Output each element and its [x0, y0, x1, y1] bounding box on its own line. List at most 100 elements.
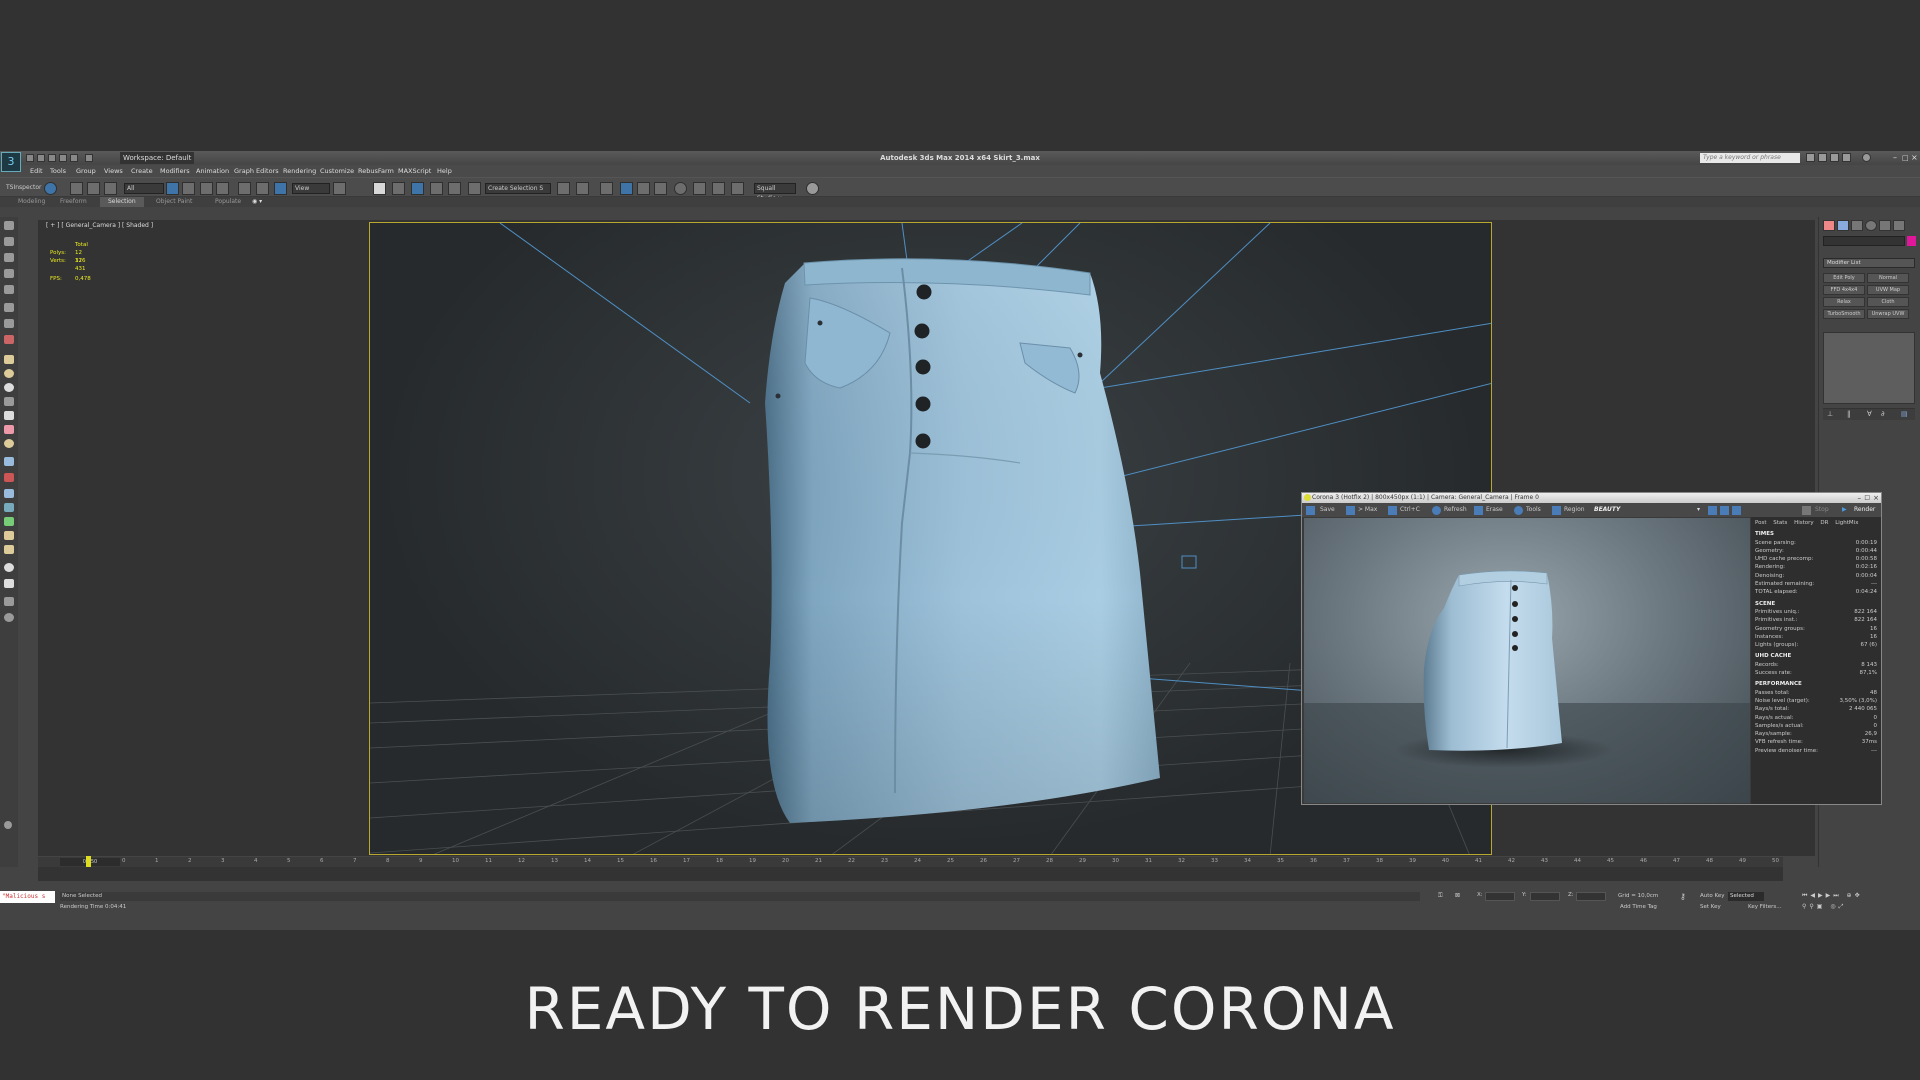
subscription-icon[interactable]: [1818, 153, 1827, 162]
cone-icon[interactable]: [4, 411, 14, 420]
tab-freeform[interactable]: Freeform: [52, 197, 95, 207]
layer-manager-icon[interactable]: [600, 182, 613, 195]
rw-render-button[interactable]: Render: [1854, 503, 1875, 517]
expand-icon[interactable]: [4, 821, 12, 829]
inspector-icon[interactable]: [44, 182, 57, 195]
edit-poly-button[interactable]: Edit Poly: [1823, 273, 1865, 283]
help-icon[interactable]: [1862, 153, 1871, 162]
shape-icon[interactable]: [4, 503, 14, 512]
material-editor-icon[interactable]: [674, 182, 687, 195]
list-icon[interactable]: [4, 253, 14, 262]
object-color-swatch[interactable]: [1907, 236, 1916, 246]
rendered-frame-window-icon[interactable]: [712, 182, 725, 195]
scale-icon[interactable]: [274, 182, 287, 195]
render-production-icon[interactable]: [731, 182, 744, 195]
question-icon[interactable]: [4, 613, 14, 622]
add-time-tag[interactable]: Add Time Tag: [1620, 904, 1657, 910]
zoom-fit-icon[interactable]: [1708, 506, 1717, 515]
box-icon[interactable]: [4, 355, 14, 364]
uvw-map-button[interactable]: UVW Map: [1867, 285, 1909, 295]
graphite-toggle-icon[interactable]: [620, 182, 633, 195]
create-tab-icon[interactable]: [1823, 220, 1835, 231]
plant-icon[interactable]: [4, 517, 14, 526]
normal-button[interactable]: Normal: [1867, 273, 1909, 283]
menu-maxscript[interactable]: MAXScript: [398, 165, 431, 177]
select-object-icon[interactable]: [166, 182, 179, 195]
rw-refresh-button[interactable]: Refresh: [1444, 503, 1467, 517]
z-coordinate-field[interactable]: [1576, 892, 1606, 901]
bind-spacewarp-icon[interactable]: [104, 182, 117, 195]
utilities-tab-icon[interactable]: [1893, 220, 1905, 231]
properties-icon[interactable]: [4, 269, 14, 278]
maximize-button[interactable]: □: [1902, 151, 1909, 165]
tab-history[interactable]: History: [1794, 519, 1814, 527]
absolute-mode-icon[interactable]: ⊠: [1455, 892, 1460, 899]
ref-coord-dropdown[interactable]: View: [292, 183, 330, 194]
particle-icon[interactable]: [4, 489, 14, 498]
modifier-list-dropdown[interactable]: Modifier List: [1823, 258, 1915, 268]
tools-icon[interactable]: [1514, 506, 1523, 515]
crowd-icon[interactable]: [4, 545, 14, 554]
rw-save-button[interactable]: Save: [1320, 503, 1335, 517]
stop-icon[interactable]: [1802, 506, 1811, 515]
rw-minimize-button[interactable]: –: [1858, 493, 1862, 503]
rw-maximize-button[interactable]: □: [1864, 493, 1870, 503]
viewport-navigation[interactable]: ⚲⚲▣ ◎⤢: [1802, 903, 1914, 912]
auto-key-button[interactable]: Auto Key: [1700, 893, 1725, 899]
rw-close-button[interactable]: ×: [1873, 493, 1879, 503]
render-play-icon[interactable]: ▶: [1842, 503, 1847, 517]
edit-named-sets-icon[interactable]: [468, 182, 481, 195]
move-icon[interactable]: [238, 182, 251, 195]
turbosmooth-button[interactable]: TurboSmooth: [1823, 309, 1865, 319]
zoom-in-icon[interactable]: [1720, 506, 1729, 515]
select-by-name-icon[interactable]: [182, 182, 195, 195]
helper-icon[interactable]: [4, 335, 14, 344]
tab-dr[interactable]: DR: [1820, 519, 1828, 527]
tab-post[interactable]: Post: [1755, 519, 1767, 527]
pin-stack-icon[interactable]: ⊥: [1827, 410, 1833, 418]
biped-icon[interactable]: [4, 531, 14, 540]
corona-render-window[interactable]: Corona 3 (Hotfix 2) | 800x450px (1:1) | …: [1301, 492, 1882, 805]
zoom-out-icon[interactable]: [1732, 506, 1741, 515]
grid-icon[interactable]: [4, 579, 14, 588]
percent-snap-icon[interactable]: [430, 182, 443, 195]
snaps-toggle-icon[interactable]: [392, 182, 405, 195]
menu-help[interactable]: Help: [437, 165, 452, 177]
communication-icon[interactable]: [1830, 153, 1839, 162]
rect-selection-icon[interactable]: [200, 182, 213, 195]
key-mode-dropdown[interactable]: Selected: [1728, 892, 1764, 901]
rw-to-max-button[interactable]: > Max: [1358, 503, 1377, 517]
app-logo-icon[interactable]: 3: [1, 152, 21, 172]
minimize-button[interactable]: –: [1893, 151, 1897, 165]
tab-populate[interactable]: Populate: [207, 197, 249, 207]
refresh-icon[interactable]: [1432, 506, 1441, 515]
favorites-icon[interactable]: [1842, 153, 1851, 162]
ffd-button[interactable]: FFD 4x4x4: [1823, 285, 1865, 295]
show-end-result-icon[interactable]: ‖: [1847, 410, 1851, 418]
selection-filter-dropdown[interactable]: All: [124, 183, 164, 194]
keyboard-shortcut-icon[interactable]: [373, 182, 386, 195]
align-icon[interactable]: [576, 182, 589, 195]
tab-selection[interactable]: Selection: [100, 197, 144, 207]
menu-group[interactable]: Group: [76, 165, 96, 177]
denim-skirt-model[interactable]: [765, 258, 1160, 823]
curve-editor-icon[interactable]: [637, 182, 650, 195]
cloth-button[interactable]: Cloth: [1867, 297, 1909, 307]
cylinder-icon[interactable]: [4, 383, 14, 392]
rw-erase-button[interactable]: Erase: [1486, 503, 1503, 517]
view-icon[interactable]: [4, 221, 14, 230]
geosphere-icon[interactable]: [4, 439, 14, 448]
make-unique-icon[interactable]: ∀: [1867, 410, 1872, 418]
render-sphere-icon[interactable]: [4, 563, 14, 572]
display-tab-icon[interactable]: [1879, 220, 1891, 231]
window-crossing-icon[interactable]: [216, 182, 229, 195]
relax-button[interactable]: Relax: [1823, 297, 1865, 307]
unwrap-uvw-button[interactable]: Unwrap UVW: [1867, 309, 1909, 319]
layers-icon[interactable]: [4, 237, 14, 246]
x-coordinate-field[interactable]: [1485, 892, 1515, 901]
trackbar[interactable]: [38, 867, 1783, 881]
time-slider[interactable]: [38, 857, 1783, 867]
tab-modeling[interactable]: Modeling: [10, 197, 53, 207]
modifier-stack[interactable]: [1823, 332, 1915, 404]
camera-icon[interactable]: [4, 303, 14, 312]
